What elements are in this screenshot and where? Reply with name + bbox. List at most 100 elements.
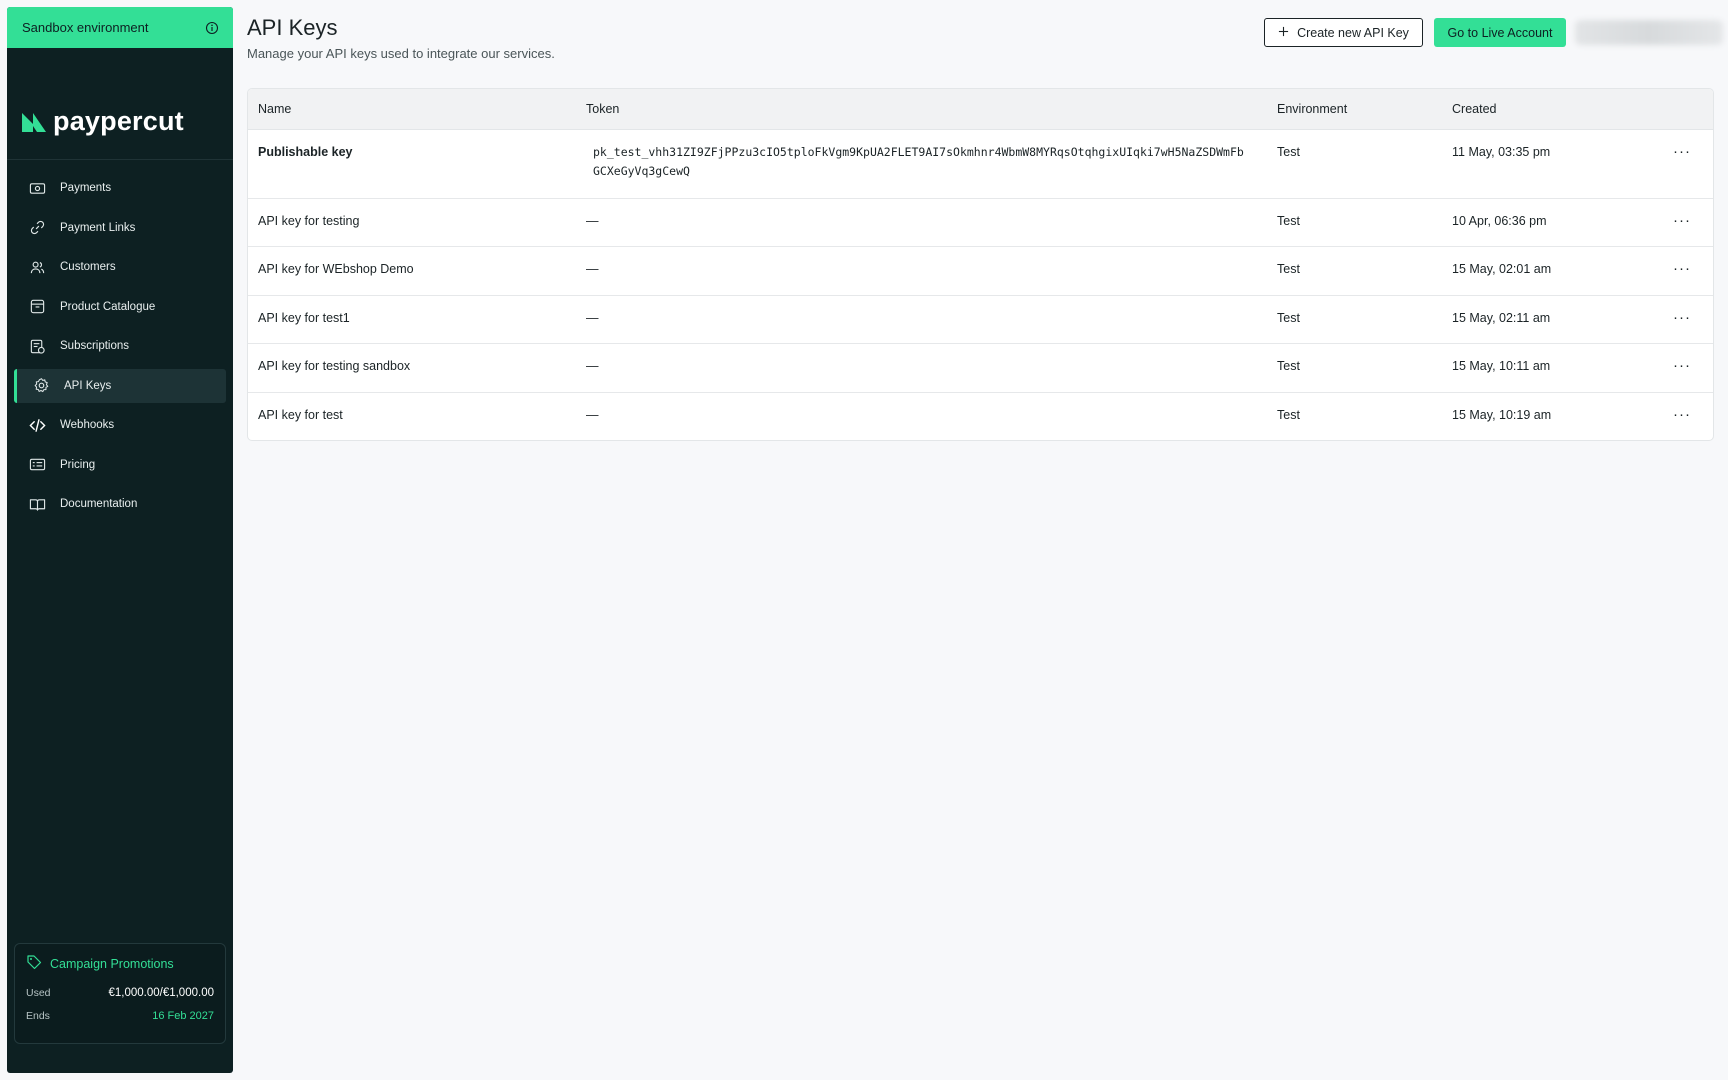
more-actions-icon[interactable]: ··· (1673, 310, 1691, 325)
column-header-created: Created (1443, 89, 1673, 130)
sidebar-item-label: Payment Links (60, 221, 136, 234)
sidebar-item-label: Pricing (60, 458, 96, 471)
table-row[interactable]: API key for WEbshop Demo — Test 15 May, … (248, 246, 1713, 296)
more-actions-icon[interactable]: ··· (1673, 358, 1691, 373)
key-token: — (578, 246, 1268, 296)
key-created: 10 Apr, 06:36 pm (1443, 198, 1673, 247)
key-token: — (578, 198, 1268, 247)
key-name: API key for test (258, 407, 343, 422)
sidebar: Sandbox environment paypercut Payments P… (7, 7, 233, 1073)
campaign-promotions-card[interactable]: Campaign Promotions Used €1,000.00/€1,00… (14, 943, 226, 1044)
more-actions-icon[interactable]: ··· (1673, 261, 1691, 276)
sidebar-item-payments[interactable]: Payments (14, 171, 226, 205)
sidebar-item-label: Customers (60, 261, 116, 273)
more-actions-icon[interactable]: ··· (1673, 407, 1691, 422)
sidebar-item-api-keys[interactable]: API Keys (14, 368, 226, 403)
subscriptions-icon (28, 337, 46, 355)
sidebar-item-documentation[interactable]: Documentation (14, 487, 226, 521)
key-name: API key for test1 (248, 295, 578, 344)
environment-label: Sandbox environment (22, 20, 149, 35)
table-row[interactable]: Publishable key pk_test_vhh31ZI9ZFjPPzu3… (248, 129, 1713, 199)
promo-ends-label: Ends (26, 1010, 50, 1022)
key-created: 15 May, 10:19 am (1452, 407, 1552, 422)
sidebar-item-label: Webhooks (60, 419, 115, 431)
info-icon[interactable] (205, 21, 219, 35)
promo-used-label: Used (26, 987, 51, 999)
key-created: 15 May, 02:11 am (1443, 295, 1673, 344)
sidebar-item-webhooks[interactable]: Webhooks (14, 408, 226, 442)
key-environment: Test (1268, 246, 1443, 296)
key-name: API key for testing sandbox (248, 343, 578, 393)
page-title: API Keys (247, 15, 338, 40)
paypercut-logo-icon (22, 112, 46, 132)
book-icon (28, 495, 46, 513)
table-row[interactable]: API key for test1 — Test 15 May, 02:11 a… (248, 295, 1713, 344)
promo-ends-row: Ends 16 Feb 2027 (26, 1010, 214, 1022)
key-token: — (578, 295, 1268, 344)
column-header-environment: Environment (1268, 89, 1443, 130)
table-row[interactable]: API key for testing sandbox — Test 15 Ma… (248, 343, 1713, 393)
table-header-row: Name Token Environment Created (248, 89, 1713, 130)
page-subtitle: Manage your API keys used to integrate o… (247, 46, 555, 61)
gear-icon (32, 377, 50, 395)
key-environment: Test (1277, 407, 1300, 422)
key-name: Publishable key (248, 129, 578, 199)
account-menu[interactable] (1575, 20, 1723, 45)
key-environment: Test (1268, 198, 1443, 247)
plus-icon (1278, 26, 1289, 40)
key-token-cell: pk_test_vhh31ZI9ZFjPPzu3cIO5tploFkVgm9Kp… (578, 129, 1268, 199)
column-header-token: Token (578, 89, 1268, 130)
row-actions-cell: ··· (1673, 343, 1713, 393)
create-api-key-button[interactable]: Create new API Key (1264, 18, 1423, 47)
sidebar-item-label: Product Catalogue (60, 300, 156, 313)
row-actions-cell: ··· (1673, 295, 1713, 344)
key-created: 15 May, 10:11 am (1443, 343, 1673, 393)
sidebar-item-payment-links[interactable]: Payment Links (14, 211, 226, 245)
link-icon (28, 219, 46, 237)
key-token: — (578, 343, 1268, 393)
api-keys-table: Name Token Environment Created Publishab… (247, 88, 1714, 441)
promo-title: Campaign Promotions (26, 954, 214, 973)
more-actions-icon[interactable]: ··· (1673, 213, 1691, 228)
sidebar-item-label: API Keys (64, 379, 112, 392)
sidebar-item-label: Subscriptions (60, 340, 130, 352)
sidebar-item-subscriptions[interactable]: Subscriptions (14, 329, 226, 363)
environment-banner[interactable]: Sandbox environment (7, 7, 233, 48)
sidebar-item-customers[interactable]: Customers (14, 250, 226, 284)
sidebar-item-label: Documentation (60, 498, 138, 510)
key-environment: Test (1268, 343, 1443, 393)
promo-title-label: Campaign Promotions (50, 956, 174, 971)
go-to-live-account-button[interactable]: Go to Live Account (1434, 18, 1566, 47)
key-created: 11 May, 03:35 pm (1443, 129, 1673, 199)
key-environment: Test (1268, 129, 1443, 199)
more-actions-icon[interactable]: ··· (1673, 144, 1691, 159)
row-actions-cell: ··· (1673, 198, 1713, 247)
sidebar-item-product-catalogue[interactable]: Product Catalogue (14, 290, 226, 324)
row-actions-cell: ··· (1673, 246, 1713, 296)
table-row[interactable]: API key for test — Test 15 May, 10:19 am… (248, 392, 1713, 440)
code-icon (28, 416, 46, 434)
logo[interactable]: paypercut (7, 48, 233, 160)
payments-icon (28, 179, 46, 197)
key-name: API key for testing (248, 198, 578, 247)
column-header-name: Name (248, 89, 578, 130)
key-token: — (586, 407, 599, 422)
promo-used-value: €1,000.00/€1,000.00 (108, 987, 214, 999)
row-actions-cell: ··· (1673, 129, 1713, 199)
pricing-icon (28, 456, 46, 474)
sidebar-nav: Payments Payment Links Customers Product… (7, 160, 233, 521)
column-header-actions (1673, 89, 1713, 130)
tag-icon (26, 954, 42, 973)
customers-icon (28, 258, 46, 276)
key-created: 15 May, 02:01 am (1443, 246, 1673, 296)
row-actions-cell: ··· (1673, 392, 1713, 440)
key-token[interactable]: pk_test_vhh31ZI9ZFjPPzu3cIO5tploFkVgm9Kp… (586, 143, 1268, 181)
sidebar-item-pricing[interactable]: Pricing (14, 448, 226, 482)
key-environment: Test (1268, 295, 1443, 344)
logo-wordmark: paypercut (53, 106, 184, 136)
create-api-key-label: Create new API Key (1297, 25, 1409, 40)
table-row[interactable]: API key for testing — Test 10 Apr, 06:36… (248, 198, 1713, 247)
box-icon (28, 298, 46, 316)
promo-ends-value: 16 Feb 2027 (152, 1010, 214, 1022)
promo-used-row: Used €1,000.00/€1,000.00 (26, 987, 214, 999)
